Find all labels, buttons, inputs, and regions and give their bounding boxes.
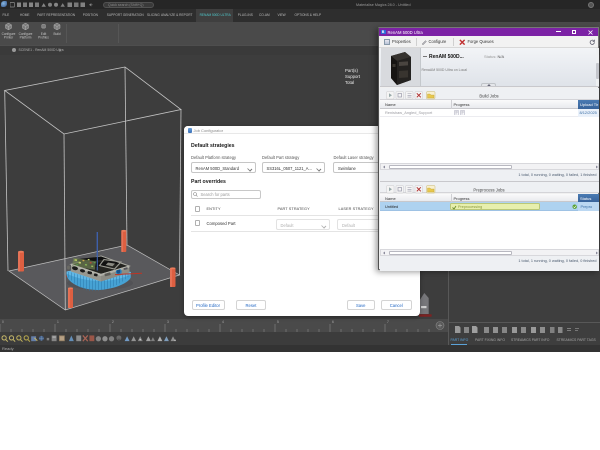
- svg-text:1: 1: [57, 320, 59, 324]
- svg-text:5: 5: [277, 320, 279, 324]
- svg-text:Profiles: Profiles: [38, 36, 49, 40]
- svg-text:0: 0: [2, 320, 4, 324]
- svg-text:Build: Build: [53, 32, 60, 36]
- svg-text:Preprocess Jobs: Preprocess Jobs: [473, 187, 504, 192]
- svg-text:4: 4: [222, 320, 224, 324]
- svg-text:Build Jobs: Build Jobs: [479, 94, 498, 99]
- svg-text:3: 3: [167, 320, 169, 324]
- svg-text:6: 6: [332, 320, 334, 324]
- svg-text:7: 7: [387, 320, 389, 324]
- svg-text:Printer: Printer: [4, 36, 14, 40]
- svg-text:Platform: Platform: [20, 36, 32, 40]
- svg-text:2: 2: [112, 320, 114, 324]
